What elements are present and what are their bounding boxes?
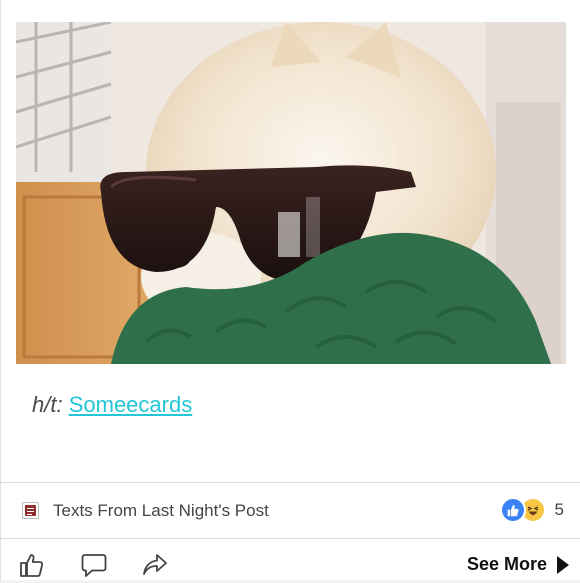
post-card: h/t: Someecards Texts From Last Night's … xyxy=(0,0,580,580)
divider xyxy=(1,482,580,483)
see-more-button[interactable]: See More xyxy=(467,554,569,575)
share-arrow-icon xyxy=(143,554,167,575)
page-logo-icon[interactable] xyxy=(22,502,39,519)
share-button[interactable] xyxy=(142,552,168,583)
reaction-count: 5 xyxy=(554,500,564,519)
reaction-summary[interactable]: 5 xyxy=(499,497,564,523)
comment-icon xyxy=(81,554,107,577)
attribution-link[interactable]: Someecards xyxy=(69,392,193,417)
post-source-row: Texts From Last Night's Post 5 xyxy=(1,484,580,536)
thumbs-up-icon xyxy=(20,554,44,577)
attribution-text: h/t: Someecards xyxy=(32,392,192,418)
dog-with-sunglasses-photo xyxy=(16,22,566,364)
post-action-row: See More xyxy=(1,540,580,580)
see-more-label: See More xyxy=(466,554,547,574)
like-button[interactable] xyxy=(19,552,45,583)
attribution-prefix: h/t: xyxy=(32,392,63,417)
post-image[interactable] xyxy=(16,22,566,364)
comment-button[interactable] xyxy=(81,552,107,583)
like-reaction-icon xyxy=(499,497,526,523)
source-name[interactable]: Texts From Last Night's Post xyxy=(53,501,269,521)
play-arrow-icon xyxy=(557,555,569,574)
divider xyxy=(1,538,580,539)
